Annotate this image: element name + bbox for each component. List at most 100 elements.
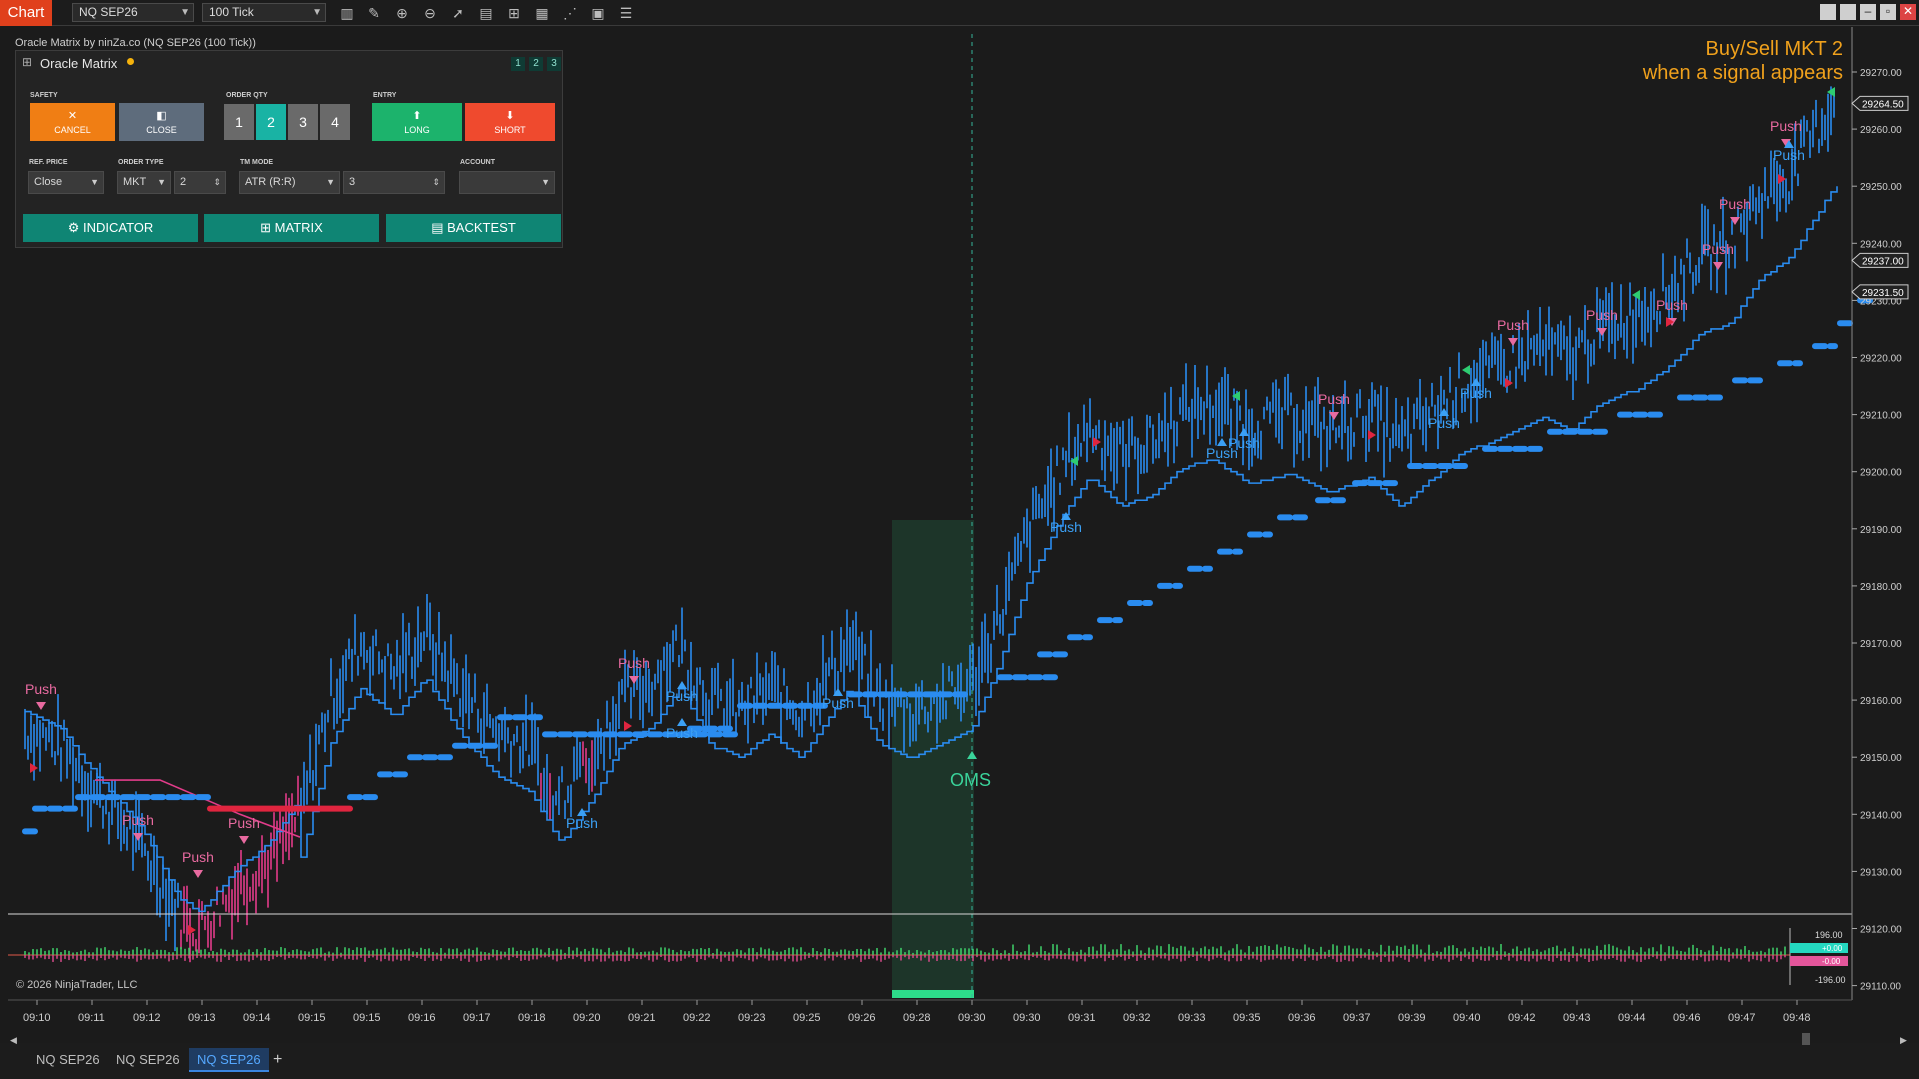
time-label: 09:17 <box>463 1012 491 1024</box>
price-label: 29110.00 <box>1860 982 1901 993</box>
matrix-button[interactable]: ⊞ MATRIX <box>204 214 379 242</box>
chevron-down-icon: ▼ <box>90 177 99 187</box>
osc-tag-up-label: +0.00 <box>1822 944 1843 953</box>
price-label: 29210.00 <box>1860 411 1902 422</box>
overlay-note: Buy/Sell MKT 2 when a signal appears <box>1643 37 1843 85</box>
grid-icon[interactable]: ⊞ <box>22 55 32 69</box>
signal-right-triangle <box>1093 437 1101 447</box>
time-label: 09:44 <box>1618 1012 1646 1024</box>
time-label: 09:28 <box>903 1012 931 1024</box>
push-label-bull: Push <box>1050 519 1082 535</box>
price-label: 29270.00 <box>1860 68 1902 79</box>
price-label: 29140.00 <box>1860 810 1902 821</box>
short-button[interactable]: ⬇ SHORT <box>465 103 555 141</box>
time-label: 09:46 <box>1673 1012 1701 1024</box>
qty-2-button[interactable]: 2 <box>256 104 286 140</box>
ref-price-select[interactable]: Close ▼ <box>28 171 104 194</box>
price-label: 29250.00 <box>1860 182 1902 193</box>
push-label-bull: Push <box>1228 435 1260 451</box>
time-label: 09:15 <box>353 1012 381 1024</box>
order-type-select[interactable]: MKT ▼ <box>117 171 171 194</box>
panel-header: ⊞ Oracle Matrix 1 2 3 <box>16 51 562 73</box>
push-label-bear: Push <box>122 812 154 828</box>
entry-label: ENTRY <box>373 92 397 99</box>
stepper-icon: ⇕ <box>213 177 221 187</box>
matrix-grid-icon: ⊞ <box>260 220 275 235</box>
indicator-button[interactable]: ⚙ INDICATOR <box>23 214 198 242</box>
long-button[interactable]: ⬆ LONG <box>372 103 462 141</box>
price-label: 29240.00 <box>1860 239 1902 250</box>
qty-1-button[interactable]: 1 <box>224 104 254 140</box>
overlay-note-line2: when a signal appears <box>1642 62 1843 84</box>
backtest-button[interactable]: ▤ BACKTEST <box>386 214 561 242</box>
ref-price-label: REF. PRICE <box>29 159 68 166</box>
tm-mode-select[interactable]: ATR (R:R) ▼ <box>239 171 340 194</box>
scroll-right-icon[interactable]: ▶ <box>1900 1035 1907 1046</box>
time-label: 09:14 <box>243 1012 271 1024</box>
push-label-bull: Push <box>1428 415 1460 431</box>
qty-3-button[interactable]: 3 <box>288 104 318 140</box>
oms-zone <box>892 520 974 998</box>
push-label-bull: Push <box>666 688 698 704</box>
push-label-bear: Push <box>228 815 260 831</box>
gear-icon: ⚙ <box>67 220 83 235</box>
order-offset-stepper[interactable]: 2 ⇕ <box>174 171 226 194</box>
close-button[interactable]: ◧ CLOSE <box>119 103 204 141</box>
oms-zone-bar <box>892 990 974 998</box>
add-tab-icon[interactable]: + <box>273 1051 282 1069</box>
signal-up-triangle <box>677 718 687 726</box>
price-tag-label: 29231.50 <box>1862 288 1904 299</box>
tm-mode-label: TM MODE <box>240 159 274 166</box>
price-label: 29160.00 <box>1860 696 1902 707</box>
tab-nq-sep26-1[interactable]: NQ SEP26 <box>28 1048 108 1072</box>
price-label: 29200.00 <box>1860 468 1902 479</box>
tm-mode-qty-value: 3 <box>349 176 356 188</box>
stepper-icon: ⇕ <box>432 177 440 187</box>
cancel-button[interactable]: ✕ CANCEL <box>30 103 115 141</box>
panel-title: Oracle Matrix <box>40 56 118 71</box>
time-label: 09:11 <box>78 1012 105 1024</box>
signal-down-triangle <box>193 870 203 878</box>
push-label-bull: Push <box>666 725 698 741</box>
account-select[interactable]: ▼ <box>459 171 555 194</box>
time-axis: 09:10 09:11 09:12 09:13 09:14 09:15 09:15 09:16… <box>8 999 1852 1024</box>
price-tag-label: 29237.00 <box>1862 256 1904 267</box>
time-label: 09:15 <box>298 1012 326 1024</box>
push-label-bear: Push <box>1702 241 1734 257</box>
osc-tag-down-label: -0.00 <box>1822 957 1841 966</box>
push-label-bear: Push <box>1586 307 1618 323</box>
push-label-bear: Push <box>25 681 57 697</box>
oms-label: OMS <box>950 770 991 790</box>
time-label: 09:20 <box>573 1012 601 1024</box>
signal-right-triangle <box>188 925 196 935</box>
time-label: 09:13 <box>188 1012 216 1024</box>
page-2-button[interactable]: 2 <box>529 57 543 71</box>
scroll-left-icon[interactable]: ◀ <box>10 1035 17 1046</box>
push-label-bull: Push <box>1773 147 1805 163</box>
qty-4-button[interactable]: 4 <box>320 104 350 140</box>
chevron-down-icon: ▼ <box>157 177 166 187</box>
time-label: 09:30 <box>958 1012 986 1024</box>
time-label: 09:31 <box>1068 1012 1096 1024</box>
arrow-down-icon: ⬇ <box>505 110 515 122</box>
signal-right-triangle <box>1505 378 1513 388</box>
horizontal-scrollbar-thumb[interactable] <box>1802 1033 1810 1045</box>
page-3-button[interactable]: 3 <box>547 57 561 71</box>
tab-nq-sep26-3[interactable]: NQ SEP26 <box>189 1048 269 1072</box>
tab-nq-sep26-2[interactable]: NQ SEP26 <box>108 1048 188 1072</box>
push-label-bear: Push <box>182 849 214 865</box>
time-label: 09:21 <box>628 1012 656 1024</box>
push-label-bear: Push <box>1770 118 1802 134</box>
push-label-bear: Push <box>1318 391 1350 407</box>
ref-price-value: Close <box>34 176 63 188</box>
page-1-button[interactable]: 1 <box>511 57 525 71</box>
order-qty-label: ORDER QTY <box>226 92 268 99</box>
tm-mode-stepper[interactable]: 3 ⇕ <box>343 171 445 194</box>
osc-upper-label: 196.00 <box>1815 930 1843 940</box>
chevron-down-icon: ▼ <box>326 177 335 187</box>
push-label-bear: Push <box>1719 196 1751 212</box>
time-label: 09:39 <box>1398 1012 1426 1024</box>
time-label: 09:10 <box>23 1012 51 1024</box>
cancel-icon: ✕ <box>67 110 78 122</box>
time-label: 09:23 <box>738 1012 766 1024</box>
